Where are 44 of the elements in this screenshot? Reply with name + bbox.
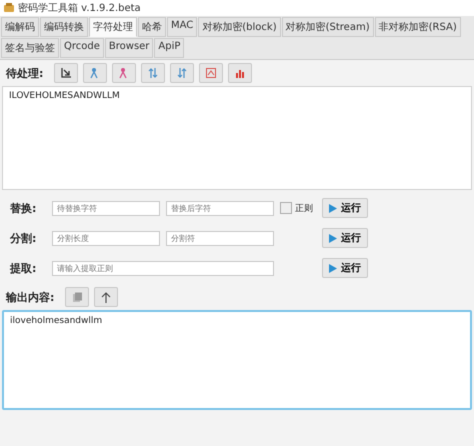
input-field[interactable]: 替换后字符 <box>166 200 274 216</box>
output-label: 输出内容: <box>6 290 54 304</box>
tab[interactable]: 对称加密(Stream) <box>282 17 374 37</box>
tab[interactable]: 编解码 <box>1 17 39 37</box>
input-field[interactable]: 请输入提取正则 <box>52 260 274 276</box>
operation-label: 提取: <box>10 260 38 276</box>
tab[interactable]: MAC <box>167 17 198 37</box>
play-icon <box>329 234 337 242</box>
window-title: 密码学工具箱 v.1.9.2.beta <box>18 2 141 15</box>
operation-label: 替换: <box>10 200 38 216</box>
run-button[interactable]: 运行 <box>322 198 368 218</box>
tab[interactable]: 非对称加密(RSA) <box>374 17 461 37</box>
copy-button[interactable] <box>65 287 90 307</box>
tab[interactable]: ApiP <box>154 38 184 58</box>
up-arrow-button[interactable] <box>94 287 118 307</box>
input-field[interactable]: 待替换字符 <box>52 200 160 216</box>
run-button[interactable]: 运行 <box>322 228 368 248</box>
tab[interactable]: Qrcode <box>60 38 104 58</box>
picture-icon <box>205 67 218 79</box>
tab[interactable]: 签名与验签 <box>1 38 59 58</box>
play-icon <box>329 204 337 212</box>
play-icon <box>329 264 337 272</box>
corner-arrow-icon <box>60 67 72 79</box>
checkbox-label: 正则 <box>295 202 313 214</box>
input-label: 待处理: <box>6 66 44 80</box>
tool-button[interactable] <box>54 63 78 83</box>
tab[interactable]: Browser <box>104 38 154 58</box>
copy-icon <box>72 292 83 302</box>
run-button[interactable]: 运行 <box>322 258 368 278</box>
operation-label: 分割: <box>10 230 38 246</box>
down-up-arrows-icon <box>176 67 188 79</box>
tab[interactable]: 对称加密(block) <box>198 17 281 37</box>
tab[interactable]: 哈希 <box>138 17 166 37</box>
output-text-area[interactable]: iloveholmesandwllm <box>2 310 472 410</box>
input-text-area[interactable]: ILOVEHOLMESANDWLLM <box>2 86 472 190</box>
checkbox[interactable] <box>280 202 292 214</box>
input-field[interactable]: 分割符 <box>166 230 274 246</box>
up-arrow-icon <box>101 292 112 302</box>
bar-chart-icon <box>234 67 246 79</box>
app-logo-icon <box>3 3 15 13</box>
tab[interactable]: 字符处理 <box>89 17 137 37</box>
input-field[interactable]: 分割长度 <box>52 230 160 246</box>
tab[interactable]: 编码转换 <box>40 17 88 37</box>
up-down-arrows-icon <box>147 67 160 79</box>
